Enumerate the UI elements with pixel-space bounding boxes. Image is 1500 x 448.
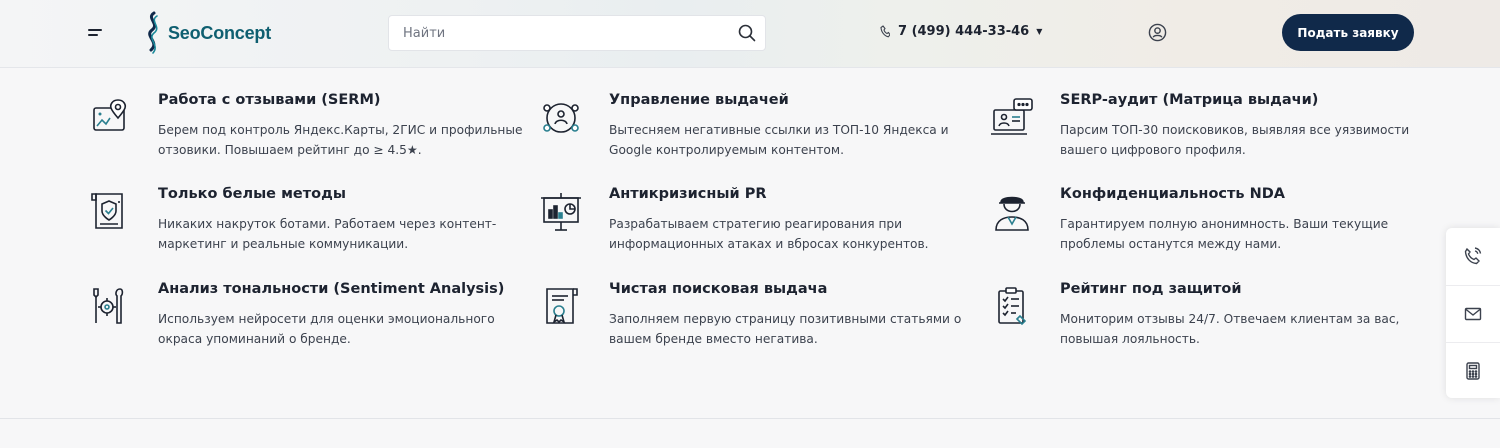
service-item[interactable]: Антикризисный PR Разрабатываем стратегию… — [539, 184, 969, 264]
service-item[interactable]: Конфиденциальность NDA Гарантируем полну… — [990, 184, 1420, 264]
service-description: Вытесняем негативные ссылки из ТОП-10 Ян… — [609, 123, 949, 157]
search-box — [388, 15, 766, 51]
service-item[interactable]: SERP-аудит (Матрица выдачи) Парсим ТОП-3… — [990, 90, 1420, 170]
phone-icon — [880, 25, 890, 38]
site-header: SeoConcept 7 (499) 444-33-46 ▼ Подать за… — [0, 0, 1500, 68]
search-icon[interactable] — [738, 24, 756, 42]
service-description: Гарантируем полную анонимность. Ваши тек… — [1060, 217, 1389, 251]
logo[interactable]: SeoConcept — [140, 10, 271, 56]
phone-number[interactable]: 7 (499) 444-33-46 — [898, 24, 1029, 39]
logo-mark-icon — [148, 11, 158, 54]
service-description: Мониторим отзывы 24/7. Отвечаем клиентам… — [1060, 312, 1400, 346]
service-title: SERP-аудит (Матрица выдачи) — [1060, 92, 1319, 108]
tools-gear-icon — [88, 285, 132, 329]
submit-request-button[interactable]: Подать заявку — [1282, 14, 1414, 51]
service-description: Никаких накруток ботами. Работаем через … — [158, 217, 497, 251]
clipboard-checklist-icon — [990, 285, 1034, 329]
email-button[interactable] — [1446, 285, 1500, 341]
chevron-down-icon[interactable]: ▼ — [1036, 27, 1042, 36]
shield-document-icon — [88, 190, 132, 234]
logo-text: SeoConcept — [168, 22, 272, 43]
service-item[interactable]: Управление выдачей Вытесняем негативные … — [539, 90, 969, 170]
service-title: Антикризисный PR — [609, 186, 767, 202]
service-description: Берем под контроль Яндекс.Карты, 2ГИС и … — [158, 123, 523, 157]
service-item[interactable]: Только белые методы Никаких накруток бот… — [88, 184, 518, 264]
service-item[interactable]: Рейтинг под защитой Мониторим отзывы 24/… — [990, 279, 1420, 359]
search-input[interactable] — [389, 16, 719, 50]
service-item[interactable]: Работа с отзывами (SERM) Берем под контр… — [88, 90, 522, 170]
menu-icon[interactable] — [88, 27, 104, 39]
presentation-board-icon — [539, 190, 583, 234]
services-grid: Работа с отзывами (SERM) Берем под контр… — [88, 90, 1428, 360]
phone-selector[interactable]: 7 (499) 444-33-46 ▼ — [880, 24, 1042, 39]
service-description: Разрабатываем стратегию реагирования при… — [609, 217, 929, 251]
phone-callback-icon — [1464, 247, 1482, 265]
people-network-icon — [539, 96, 583, 140]
map-pin-icon — [88, 96, 132, 140]
service-description: Заполняем первую страницу позитивными ст… — [609, 312, 962, 346]
calculator-icon — [1466, 361, 1480, 380]
callback-button[interactable] — [1446, 228, 1500, 284]
service-title: Анализ тональности (Sentiment Analysis) — [158, 281, 505, 297]
service-item[interactable]: Анализ тональности (Sentiment Analysis) … — [88, 279, 518, 359]
laptop-chat-icon — [990, 96, 1034, 140]
service-title: Рейтинг под защитой — [1060, 281, 1242, 297]
certificate-icon — [539, 285, 583, 329]
service-item[interactable]: Чистая поисковая выдача Заполняем первую… — [539, 279, 969, 359]
user-account-icon[interactable] — [1148, 23, 1167, 42]
service-title: Управление выдачей — [609, 92, 789, 108]
calculator-button[interactable] — [1446, 342, 1500, 398]
service-description: Парсим ТОП-30 поисковиков, выявляя все у… — [1060, 123, 1410, 157]
service-description: Используем нейросети для оценки эмоциона… — [158, 312, 495, 346]
side-widgets — [1446, 228, 1500, 398]
service-title: Только белые методы — [158, 186, 346, 202]
security-guard-icon — [990, 190, 1034, 234]
service-title: Чистая поисковая выдача — [609, 281, 828, 297]
service-title: Работа с отзывами (SERM) — [158, 92, 381, 108]
section-divider — [0, 418, 1500, 419]
mail-icon — [1464, 307, 1482, 320]
service-title: Конфиденциальность NDA — [1060, 186, 1286, 202]
